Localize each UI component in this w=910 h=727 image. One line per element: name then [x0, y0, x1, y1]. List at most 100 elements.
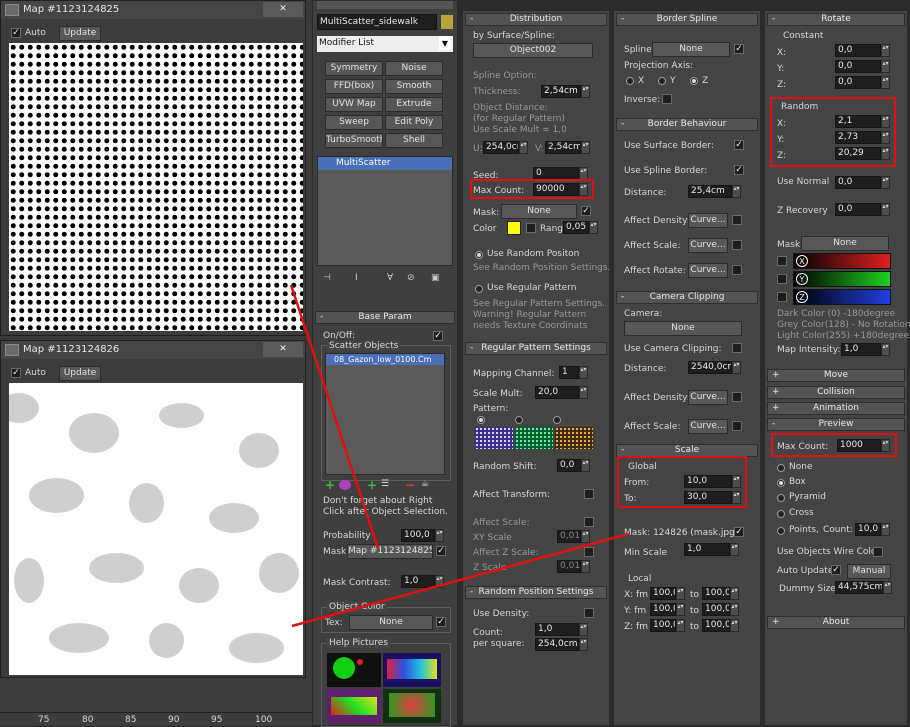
use-surface-border-checkbox[interactable]: ✓	[734, 140, 744, 150]
modifier-button-turbosmooth[interactable]: TurboSmooth	[325, 133, 383, 148]
distribution-header[interactable]: - Distribution	[465, 13, 607, 26]
make-unique-icon[interactable]: ∀	[387, 273, 393, 283]
modifier-button-noise[interactable]: Noise	[385, 61, 443, 76]
preview-none-radio[interactable]	[777, 464, 785, 472]
list-icon[interactable]: ☰	[381, 479, 389, 489]
collision-rollout[interactable]: + Collision	[767, 386, 905, 399]
affect-z-scale-checkbox[interactable]	[584, 547, 594, 557]
random-shift-field[interactable]: 0,0	[557, 459, 581, 472]
local-z-from-field[interactable]: 100,0	[650, 619, 676, 632]
local-z-from-spinner[interactable]: ▴▾	[676, 619, 685, 632]
use-spline-border-checkbox[interactable]: ✓	[734, 165, 744, 175]
camera-affect-density-checkbox[interactable]	[732, 392, 742, 402]
axis-y-radio[interactable]	[658, 77, 666, 85]
mapping-channel-field[interactable]: 1	[559, 366, 579, 379]
scale-mult-spinner[interactable]: ▴▾	[579, 386, 588, 399]
per-square-spinner[interactable]: ▴▾	[579, 638, 588, 651]
mask-checkbox[interactable]: ✓	[436, 546, 446, 556]
help-picture-4[interactable]	[383, 689, 441, 723]
modifier-stack[interactable]: MultiScatter	[317, 156, 453, 266]
spline-button[interactable]: None	[652, 42, 730, 57]
stack-item-multiscatter[interactable]: MultiScatter	[318, 157, 452, 170]
preview-box-radio[interactable]	[777, 479, 785, 487]
use-regular-radio[interactable]	[475, 285, 483, 293]
affect-scale-curve-button[interactable]: Curve...	[688, 238, 728, 253]
pattern-radio-2[interactable]	[515, 416, 523, 424]
move-rollout[interactable]: + Move	[767, 369, 905, 382]
distance-field[interactable]: 25,4cm	[688, 185, 732, 198]
rotate-header[interactable]: - Rotate	[767, 13, 905, 26]
modifier-button-edit-poly[interactable]: Edit Poly	[385, 115, 443, 130]
affect-density-checkbox[interactable]	[732, 215, 742, 225]
camera-affect-density-curve-button[interactable]: Curve...	[688, 390, 728, 405]
local-y-from-spinner[interactable]: ▴▾	[676, 603, 685, 616]
z-scale-spinner[interactable]: ▴▾	[581, 560, 590, 573]
timeline-ruler[interactable]: 75 80 85 90 95 100	[0, 712, 312, 726]
const-y-spinner[interactable]: ▴▾	[881, 60, 890, 73]
update-button[interactable]: Update	[59, 26, 101, 41]
affect-scale-checkbox[interactable]	[732, 240, 742, 250]
base-param-header[interactable]: - Base Param	[315, 311, 455, 324]
affect-rotate-curve-button[interactable]: Curve...	[688, 263, 728, 278]
color-swatch[interactable]	[507, 221, 521, 235]
range-spinner[interactable]: ▴▾	[589, 221, 598, 234]
mapping-channel-spinner[interactable]: ▴▾	[579, 366, 588, 379]
local-y-to-spinner[interactable]: ▴▾	[730, 603, 739, 616]
camera-button[interactable]: None	[624, 321, 742, 336]
const-z-spinner[interactable]: ▴▾	[881, 76, 890, 89]
pattern-swatch-2[interactable]	[515, 427, 553, 449]
remove-modifier-icon[interactable]: ⊘	[407, 273, 415, 283]
modifier-button-uvw-map[interactable]: UVW Map	[325, 97, 383, 112]
map-window-1[interactable]: Map #1123124825 ✕ ✓ Auto Update	[0, 0, 306, 336]
help-picture-2[interactable]	[383, 653, 441, 687]
inverse-checkbox[interactable]	[662, 94, 672, 104]
use-normal-spinner[interactable]: ▴▾	[881, 176, 890, 189]
range-field[interactable]: 0,05	[563, 221, 589, 234]
add-list-icon[interactable]: +	[367, 478, 377, 492]
use-camera-clipping-checkbox[interactable]	[732, 343, 742, 353]
pin-stack-icon[interactable]: ⊣	[323, 273, 331, 283]
xy-scale-spinner[interactable]: ▴▾	[581, 530, 590, 543]
tex-button[interactable]: None	[349, 615, 433, 630]
affect-scale-checkbox[interactable]	[584, 517, 594, 527]
tex-checkbox[interactable]: ✓	[436, 617, 446, 627]
help-picture-1[interactable]	[327, 653, 381, 687]
wire-color-checkbox[interactable]	[873, 547, 883, 557]
to-field[interactable]: 30,0	[684, 491, 732, 504]
update-button[interactable]: Update	[59, 366, 101, 381]
mask-y-swatch[interactable]: Y	[793, 271, 891, 287]
range-checkbox[interactable]	[526, 223, 536, 233]
mask-x-swatch[interactable]: X	[793, 253, 891, 269]
camera-distance-field[interactable]: 2540,0cm	[688, 361, 732, 374]
probability-spinner[interactable]: ▴▾	[435, 529, 444, 542]
local-z-to-field[interactable]: 100,0	[702, 619, 730, 632]
max-count-spinner[interactable]: ▴▾	[579, 183, 588, 196]
random-shift-spinner[interactable]: ▴▾	[581, 459, 590, 472]
count-spinner[interactable]: ▴▾	[579, 623, 588, 636]
add-object-icon[interactable]: +	[325, 478, 335, 492]
close-icon[interactable]: ✕	[263, 2, 303, 17]
local-y-to-field[interactable]: 100,0	[702, 603, 730, 616]
mask-y-checkbox[interactable]	[777, 274, 787, 284]
modifier-button-smooth[interactable]: Smooth	[385, 79, 443, 94]
thickness-field[interactable]: 2,54cm	[541, 85, 581, 98]
mask-checkbox[interactable]: ✓	[581, 206, 591, 216]
auto-checkbox[interactable]: ✓	[11, 368, 21, 378]
preview-points-radio[interactable]	[777, 527, 785, 535]
modifier-button-extrude[interactable]: Extrude	[385, 97, 443, 112]
onoff-checkbox[interactable]: ✓	[433, 331, 443, 341]
preview-cross-radio[interactable]	[777, 510, 785, 518]
pick-object-icon[interactable]	[339, 480, 351, 490]
to-spinner[interactable]: ▴▾	[732, 491, 741, 504]
distance-spinner[interactable]: ▴▾	[732, 185, 741, 198]
local-y-from-field[interactable]: 100,0	[650, 603, 676, 616]
local-x-from-spinner[interactable]: ▴▾	[676, 587, 685, 600]
affect-density-curve-button[interactable]: Curve...	[688, 213, 728, 228]
u-spinner[interactable]: ▴▾	[519, 141, 528, 154]
const-x-spinner[interactable]: ▴▾	[881, 44, 890, 57]
window-title[interactable]: Map #1123124825	[1, 1, 305, 19]
pattern-radio-1[interactable]	[477, 416, 485, 424]
const-y-field[interactable]: 0,0	[835, 60, 881, 73]
pattern-radio-3[interactable]	[553, 416, 561, 424]
seed-spinner[interactable]: ▴▾	[579, 167, 588, 180]
